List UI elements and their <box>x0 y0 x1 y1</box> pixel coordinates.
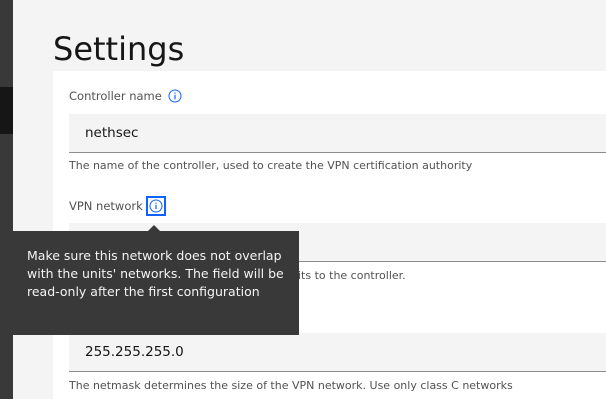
netmask-input[interactable] <box>69 333 606 372</box>
vpn-network-helper: its to the controller. <box>298 269 406 282</box>
page-title: Settings <box>53 30 185 69</box>
controller-name-label: Controller name <box>69 88 182 104</box>
netmask-helper: The netmask determines the size of the V… <box>69 379 513 392</box>
vpn-network-tooltip: Make sure this network does not overlap … <box>13 231 299 335</box>
vpn-network-label-text: VPN network <box>69 199 143 213</box>
info-icon[interactable] <box>145 196 166 216</box>
controller-name-input[interactable] <box>69 114 606 153</box>
tooltip-text: Make sure this network does not overlap … <box>27 248 284 299</box>
controller-name-helper: The name of the controller, used to crea… <box>69 159 473 172</box>
controller-name-label-text: Controller name <box>69 89 162 103</box>
info-icon[interactable] <box>168 89 182 103</box>
sidebar-active-item[interactable] <box>0 87 13 134</box>
sidebar <box>0 0 13 399</box>
vpn-network-label: VPN network <box>69 196 166 216</box>
